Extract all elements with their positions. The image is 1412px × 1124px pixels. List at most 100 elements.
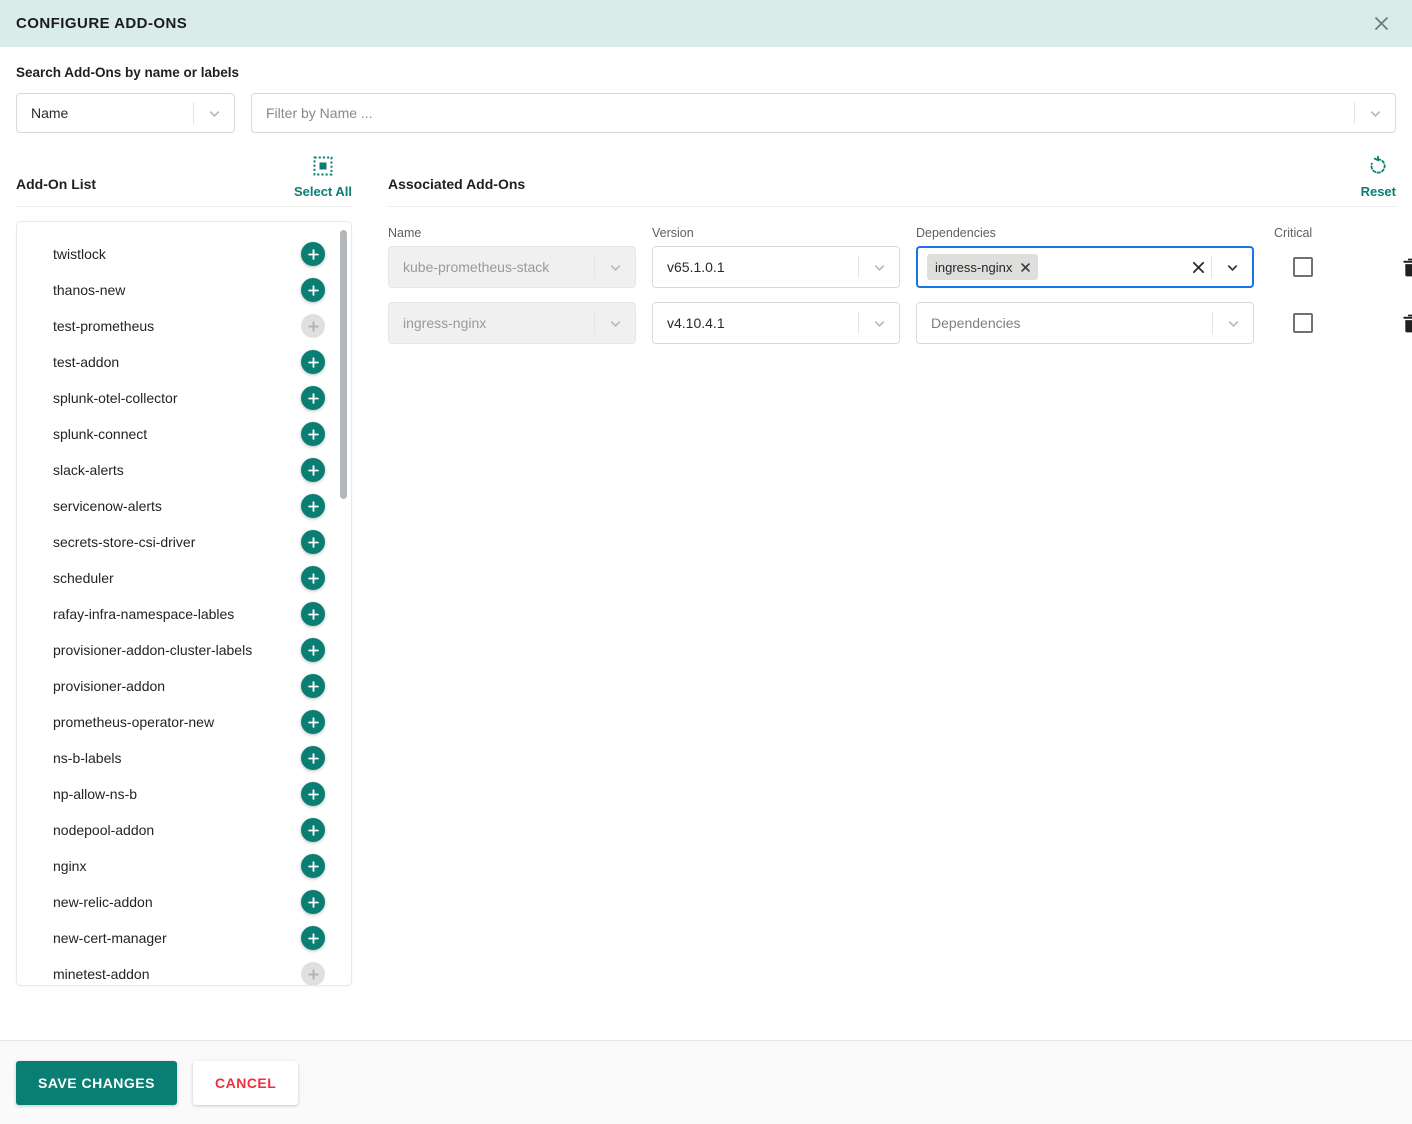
addon-name: thanos-new [53, 282, 126, 298]
addon-list-title: Add-On List [16, 176, 97, 192]
save-changes-button[interactable]: SAVE CHANGES [16, 1060, 177, 1105]
chevron-down-icon[interactable] [595, 303, 635, 343]
list-item[interactable]: provisioner-addon-cluster-labels [17, 632, 351, 668]
add-addon-icon[interactable] [301, 782, 325, 806]
addon-name: splunk-otel-collector [53, 390, 178, 406]
close-icon[interactable] [1366, 9, 1396, 39]
chevron-down-icon[interactable] [595, 247, 635, 287]
add-addon-icon[interactable] [301, 530, 325, 554]
associated-addons-header: Associated Add-Ons Reset [388, 151, 1396, 207]
list-item[interactable]: splunk-otel-collector [17, 380, 351, 416]
associated-addons-panel: Associated Add-Ons Reset Name Version De [352, 133, 1412, 1040]
trash-icon[interactable] [1392, 249, 1412, 285]
add-addon-icon[interactable] [301, 278, 325, 302]
add-addon-icon[interactable] [301, 494, 325, 518]
list-item[interactable]: rafay-infra-namespace-lables [17, 596, 351, 632]
column-header-name: Name [388, 226, 422, 240]
addon-list[interactable]: twistlock thanos-new test-prometheus test-a… [17, 222, 351, 985]
associated-addons-table: Name Version Dependencies Critical kube-… [388, 226, 1412, 344]
list-item[interactable]: nginx [17, 848, 351, 884]
list-item[interactable]: servicenow-alerts [17, 488, 351, 524]
associated-table-header: Name Version Dependencies Critical [388, 226, 1396, 240]
add-addon-icon[interactable] [301, 890, 325, 914]
addon-name: nodepool-addon [53, 822, 155, 838]
addon-name: nginx [53, 858, 87, 874]
scrollbar-thumb[interactable] [340, 230, 347, 499]
list-item[interactable]: twistlock [17, 236, 351, 272]
list-item[interactable]: scheduler [17, 560, 351, 596]
chevron-down-icon[interactable] [859, 303, 899, 343]
addon-name: splunk-connect [53, 426, 148, 442]
add-addon-icon [301, 314, 325, 338]
column-header-version: Version [652, 226, 694, 240]
search-filter-input[interactable]: Filter by Name ... [251, 93, 1396, 133]
list-item[interactable]: secrets-store-csi-driver [17, 524, 351, 560]
list-item[interactable]: ns-b-labels [17, 740, 351, 776]
add-addon-icon[interactable] [301, 422, 325, 446]
addon-name-value: kube-prometheus-stack [403, 259, 550, 275]
reset-label: Reset [1360, 184, 1396, 199]
addon-version-value: v4.10.4.1 [667, 315, 725, 331]
dependencies-select[interactable]: ingress-nginx [916, 246, 1254, 288]
add-addon-icon[interactable] [301, 242, 325, 266]
add-addon-icon[interactable] [301, 602, 325, 626]
search-filter-placeholder: Filter by Name ... [266, 105, 373, 121]
addon-name-select: kube-prometheus-stack [388, 246, 636, 288]
chevron-down-icon[interactable] [1355, 94, 1395, 132]
remove-dependency-icon[interactable] [1021, 262, 1031, 272]
addon-version-select[interactable]: v65.1.0.1 [652, 246, 900, 288]
list-item[interactable]: thanos-new [17, 272, 351, 308]
add-addon-icon[interactable] [301, 386, 325, 410]
addon-version-select[interactable]: v4.10.4.1 [652, 302, 900, 344]
search-type-select[interactable]: Name [16, 93, 235, 133]
addon-list-scrollbar[interactable] [340, 230, 347, 977]
list-item[interactable]: slack-alerts [17, 452, 351, 488]
addon-name: servicenow-alerts [53, 498, 162, 514]
add-addon-icon[interactable] [301, 926, 325, 950]
list-item[interactable]: minetest-addon [17, 956, 351, 985]
list-item[interactable]: test-addon [17, 344, 351, 380]
add-addon-icon[interactable] [301, 674, 325, 698]
add-addon-icon[interactable] [301, 854, 325, 878]
add-addon-icon[interactable] [301, 638, 325, 662]
search-row: Name Filter by Name ... [16, 93, 1396, 133]
add-addon-icon[interactable] [301, 818, 325, 842]
list-item[interactable]: prometheus-operator-new [17, 704, 351, 740]
add-addon-icon[interactable] [301, 566, 325, 590]
list-item[interactable]: new-relic-addon [17, 884, 351, 920]
add-addon-icon[interactable] [301, 710, 325, 734]
trash-icon[interactable] [1392, 305, 1412, 341]
list-item[interactable]: np-allow-ns-b [17, 776, 351, 812]
addon-name: new-cert-manager [53, 930, 167, 946]
add-addon-icon[interactable] [301, 350, 325, 374]
chevron-down-icon[interactable] [1213, 303, 1253, 343]
select-all-button[interactable]: Select All [294, 155, 352, 199]
addon-name: scheduler [53, 570, 114, 586]
list-item[interactable]: provisioner-addon [17, 668, 351, 704]
dependency-chip[interactable]: ingress-nginx [927, 254, 1039, 280]
list-item[interactable]: test-prometheus [17, 308, 351, 344]
chevron-down-icon[interactable] [194, 94, 234, 132]
select-all-label: Select All [293, 184, 352, 199]
list-item[interactable]: splunk-connect [17, 416, 351, 452]
critical-checkbox[interactable] [1293, 313, 1313, 333]
critical-checkbox[interactable] [1293, 257, 1313, 277]
reset-button[interactable]: Reset [1361, 155, 1396, 199]
dialog-footer: SAVE CHANGES CANCEL [0, 1040, 1412, 1124]
addon-name: provisioner-addon [53, 678, 166, 694]
add-addon-icon[interactable] [301, 458, 325, 482]
addon-name: twistlock [53, 246, 106, 262]
list-item[interactable]: new-cert-manager [17, 920, 351, 956]
search-section-label: Search Add-Ons by name or labels [16, 65, 240, 80]
dependencies-select[interactable]: Dependencies [916, 302, 1254, 344]
add-addon-icon[interactable] [301, 746, 325, 770]
clear-dependencies-icon[interactable] [1185, 261, 1211, 274]
search-type-value: Name [31, 105, 69, 121]
addon-name: test-prometheus [53, 318, 155, 334]
cancel-button[interactable]: CANCEL [192, 1060, 299, 1105]
list-item[interactable]: nodepool-addon [17, 812, 351, 848]
chevron-down-icon[interactable] [1212, 248, 1252, 286]
select-all-icon [312, 155, 334, 182]
associated-addon-row: ingress-nginx v4.10.4.1 Dependencies [388, 302, 1412, 344]
chevron-down-icon[interactable] [859, 247, 899, 287]
